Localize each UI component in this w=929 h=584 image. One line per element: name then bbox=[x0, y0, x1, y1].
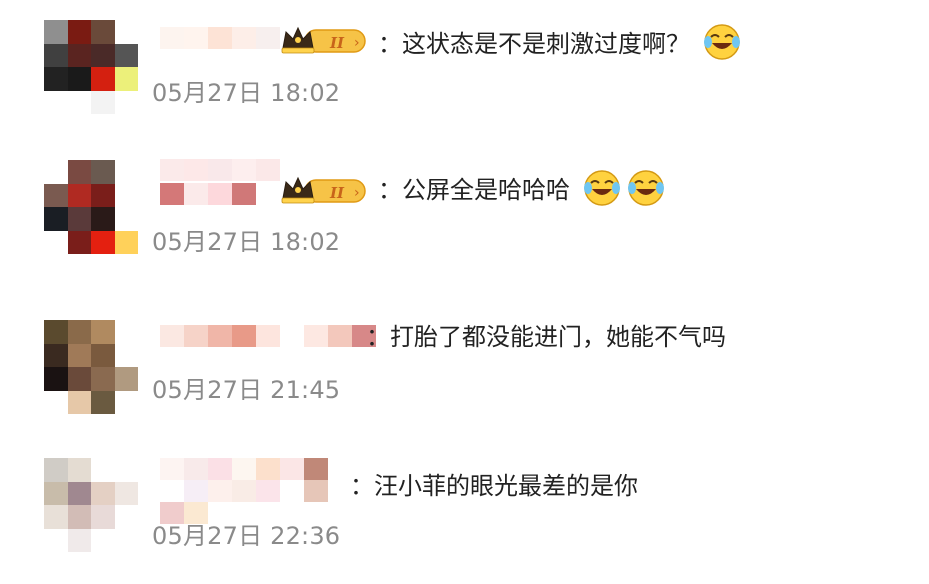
laughing-crying-emoji-icon bbox=[703, 24, 740, 60]
comment-text: ：打胎了都没能进门，她能不气吗 bbox=[366, 323, 726, 351]
avatar[interactable] bbox=[44, 320, 138, 414]
svg-text:II: II bbox=[329, 184, 345, 202]
crown-level-badge-icon: II › bbox=[281, 176, 366, 204]
comment-text: ：公屏全是哈哈哈 bbox=[378, 168, 666, 208]
comment-text: ：汪小菲的眼光最差的是你 bbox=[350, 472, 638, 500]
svg-text:›: › bbox=[354, 185, 360, 201]
avatar[interactable] bbox=[44, 160, 138, 254]
avatar[interactable] bbox=[44, 458, 138, 552]
svg-text:›: › bbox=[354, 35, 360, 51]
comment-item: II › ：公屏全是哈哈哈 05月27日 18:02 bbox=[0, 148, 929, 288]
svg-text:II: II bbox=[329, 34, 345, 52]
comment-item: ：打胎了都没能进门，她能不气吗 05月27日 21:45 bbox=[0, 296, 929, 436]
comment-text: ：这状态是不是刺激过度啊？ bbox=[378, 22, 742, 62]
avatar[interactable] bbox=[44, 20, 138, 114]
comment-timestamp: 05月27日 21:45 bbox=[152, 376, 341, 404]
laughing-crying-emoji-icon bbox=[627, 170, 664, 206]
comment-timestamp: 05月27日 18:02 bbox=[152, 228, 341, 256]
username-blurred[interactable] bbox=[160, 24, 280, 52]
comment-timestamp: 05月27日 22:36 bbox=[152, 522, 341, 550]
comment-timestamp: 05月27日 18:02 bbox=[152, 79, 341, 107]
comment-item: ：汪小菲的眼光最差的是你 05月27日 22:36 bbox=[0, 444, 929, 584]
username-blurred[interactable] bbox=[160, 158, 280, 206]
crown-level-badge-icon: II › bbox=[281, 26, 366, 54]
username-blurred[interactable] bbox=[160, 458, 350, 524]
username-blurred[interactable] bbox=[160, 322, 376, 350]
laughing-crying-emoji-icon bbox=[583, 170, 620, 206]
comment-item: II › ：这状态是不是刺激过度啊？ 05月27日 18:02 bbox=[0, 0, 929, 140]
